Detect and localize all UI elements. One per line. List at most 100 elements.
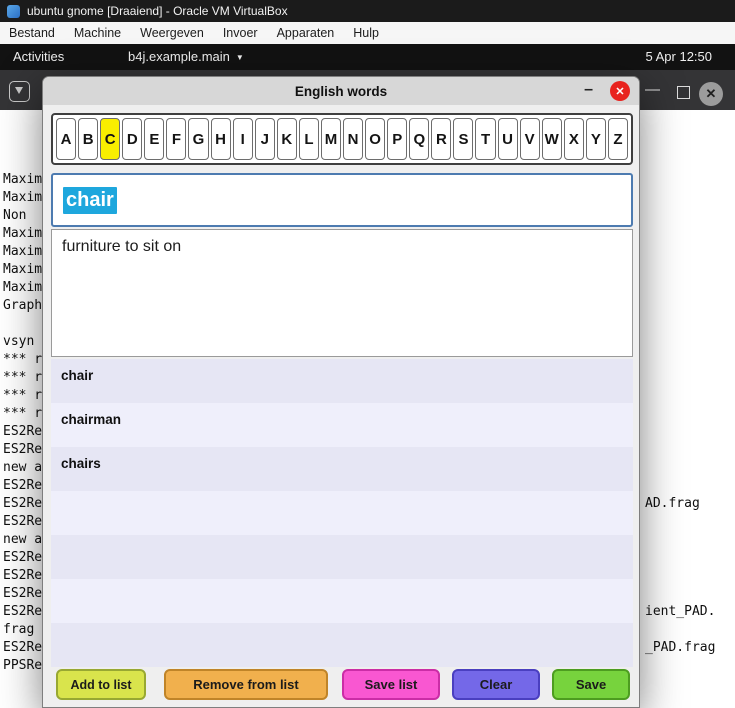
virtualbox-title: ubuntu gnome [Draaiend] - Oracle VM Virt… <box>27 4 288 18</box>
clear-button[interactable]: Clear <box>452 669 540 700</box>
focused-app-menu[interactable]: b4j.example.main ▼ <box>128 49 244 64</box>
header-app-icon[interactable] <box>9 81 30 102</box>
letter-key-h[interactable]: H <box>210 118 231 160</box>
terminal-line: ES2Re <box>3 586 43 601</box>
letter-key-i[interactable]: I <box>232 118 253 160</box>
letter-key-t[interactable]: T <box>475 118 496 160</box>
list-item[interactable]: chair <box>51 359 633 403</box>
terminal-line: ES2Re <box>3 496 43 511</box>
letter-key-g[interactable]: G <box>188 118 209 160</box>
terminal-line: *** r <box>3 388 43 403</box>
letter-key-x[interactable]: X <box>563 118 584 160</box>
dialog-titlebar[interactable]: English words – ✕ <box>43 77 639 105</box>
word-list[interactable]: chair chairman chairs <box>51 359 633 667</box>
focused-app-label: b4j.example.main <box>128 49 230 64</box>
letter-key-n[interactable]: N <box>343 118 364 160</box>
terminal-line: ient_PAD. <box>645 604 716 619</box>
letter-key-f[interactable]: F <box>166 118 187 160</box>
list-item[interactable]: chairman <box>51 403 633 447</box>
word-input[interactable]: chair <box>51 173 633 227</box>
letter-key-j[interactable]: J <box>254 118 275 160</box>
terminal-line: _PAD.frag <box>645 640 716 655</box>
menu-item-weergeven[interactable]: Weergeven <box>140 26 204 40</box>
list-row-empty <box>51 491 633 535</box>
terminal-line: ES2Re <box>3 478 43 493</box>
terminal-line: Maxim <box>3 262 43 277</box>
list-row-empty <box>51 535 633 579</box>
list-item[interactable]: chairs <box>51 447 633 491</box>
vbox-menubar: Bestand Machine Weergeven Invoer Apparaten Hu… <box>0 22 735 44</box>
list-row-empty <box>51 623 633 667</box>
terminal-line: ES2Re <box>3 514 43 529</box>
dialog-close-icon[interactable]: ✕ <box>610 81 630 101</box>
save-button[interactable]: Save <box>552 669 630 700</box>
terminal-line: Maxim <box>3 172 43 187</box>
terminal-line: ES2Re <box>3 442 43 457</box>
menu-item-invoer[interactable]: Invoer <box>223 26 258 40</box>
letter-key-y[interactable]: Y <box>585 118 606 160</box>
terminal-line: ES2Re <box>3 550 43 565</box>
english-words-dialog: English words – ✕ ABCDEFGHIJKLMNOPQRSTUV… <box>42 76 640 708</box>
letter-key-p[interactable]: P <box>387 118 408 160</box>
letter-key-k[interactable]: K <box>276 118 297 160</box>
clock[interactable]: 5 Apr 12:50 <box>646 49 713 64</box>
dialog-button-bar: Add to list Remove from list Save list Clea… <box>43 669 641 701</box>
terminal-line: frag <box>3 622 35 637</box>
chevron-down-icon: ▼ <box>235 53 244 62</box>
terminal-line: *** r <box>3 406 43 421</box>
letter-key-v[interactable]: V <box>519 118 540 160</box>
activities-button[interactable]: Activities <box>13 49 64 64</box>
terminal-line: Maxim <box>3 226 43 241</box>
menu-item-machine[interactable]: Machine <box>74 26 121 40</box>
selected-text: chair <box>63 186 117 214</box>
terminal-line: *** r <box>3 352 43 367</box>
terminal-line: Graph <box>3 298 43 313</box>
terminal-line: ES2Re <box>3 604 43 619</box>
letter-key-o[interactable]: O <box>365 118 386 160</box>
terminal-line: ES2Re <box>3 424 43 439</box>
terminal-line: Maxim <box>3 190 43 205</box>
letter-key-a[interactable]: A <box>56 118 77 160</box>
terminal-line: ES2Re <box>3 640 43 655</box>
terminal-line: Maxim <box>3 244 43 259</box>
definition-textarea[interactable]: furniture to sit on <box>51 229 633 357</box>
terminal-line: Maxim <box>3 280 43 295</box>
virtualbox-icon <box>7 4 20 18</box>
letter-key-z[interactable]: Z <box>607 118 629 160</box>
terminal-line: new a <box>3 532 43 547</box>
letter-key-e[interactable]: E <box>144 118 165 160</box>
letter-key-b[interactable]: B <box>78 118 99 160</box>
list-row-empty <box>51 579 633 623</box>
terminal-line: Non <box>3 208 27 223</box>
letter-key-c[interactable]: C <box>100 118 121 160</box>
down-arrow-icon <box>15 87 23 94</box>
terminal-line: AD.frag <box>645 496 700 511</box>
terminal-line: *** r <box>3 370 43 385</box>
terminal-line: vsyn <box>3 334 35 349</box>
letter-key-m[interactable]: M <box>320 118 342 160</box>
minimize-icon[interactable]: — <box>645 82 660 98</box>
letter-key-q[interactable]: Q <box>409 118 430 160</box>
terminal-line: new a <box>3 460 43 475</box>
alphabet-strip: ABCDEFGHIJKLMNOPQRSTUVWXYZ <box>51 113 633 165</box>
menu-item-hulp[interactable]: Hulp <box>353 26 379 40</box>
letter-key-w[interactable]: W <box>541 118 562 160</box>
letter-key-u[interactable]: U <box>497 118 518 160</box>
letter-key-s[interactable]: S <box>453 118 474 160</box>
menu-item-apparaten[interactable]: Apparaten <box>277 26 335 40</box>
dialog-title: English words <box>294 83 388 99</box>
gnome-topbar: Activities b4j.example.main ▼ 5 Apr 12:5… <box>0 44 735 70</box>
dialog-minimize-icon[interactable]: – <box>584 81 593 99</box>
letter-key-r[interactable]: R <box>431 118 452 160</box>
letter-key-d[interactable]: D <box>122 118 143 160</box>
save-list-button[interactable]: Save list <box>342 669 440 700</box>
menu-item-bestand[interactable]: Bestand <box>9 26 55 40</box>
terminal-line: ES2Re <box>3 568 43 583</box>
virtualbox-titlebar: ubuntu gnome [Draaiend] - Oracle VM Virt… <box>0 0 735 22</box>
maximize-icon[interactable] <box>677 86 690 99</box>
remove-button[interactable]: Remove from list <box>164 669 328 700</box>
add-button[interactable]: Add to list <box>56 669 146 700</box>
close-icon[interactable]: ✕ <box>699 82 723 106</box>
terminal-line: PPSRe <box>3 658 43 673</box>
letter-key-l[interactable]: L <box>298 118 319 160</box>
